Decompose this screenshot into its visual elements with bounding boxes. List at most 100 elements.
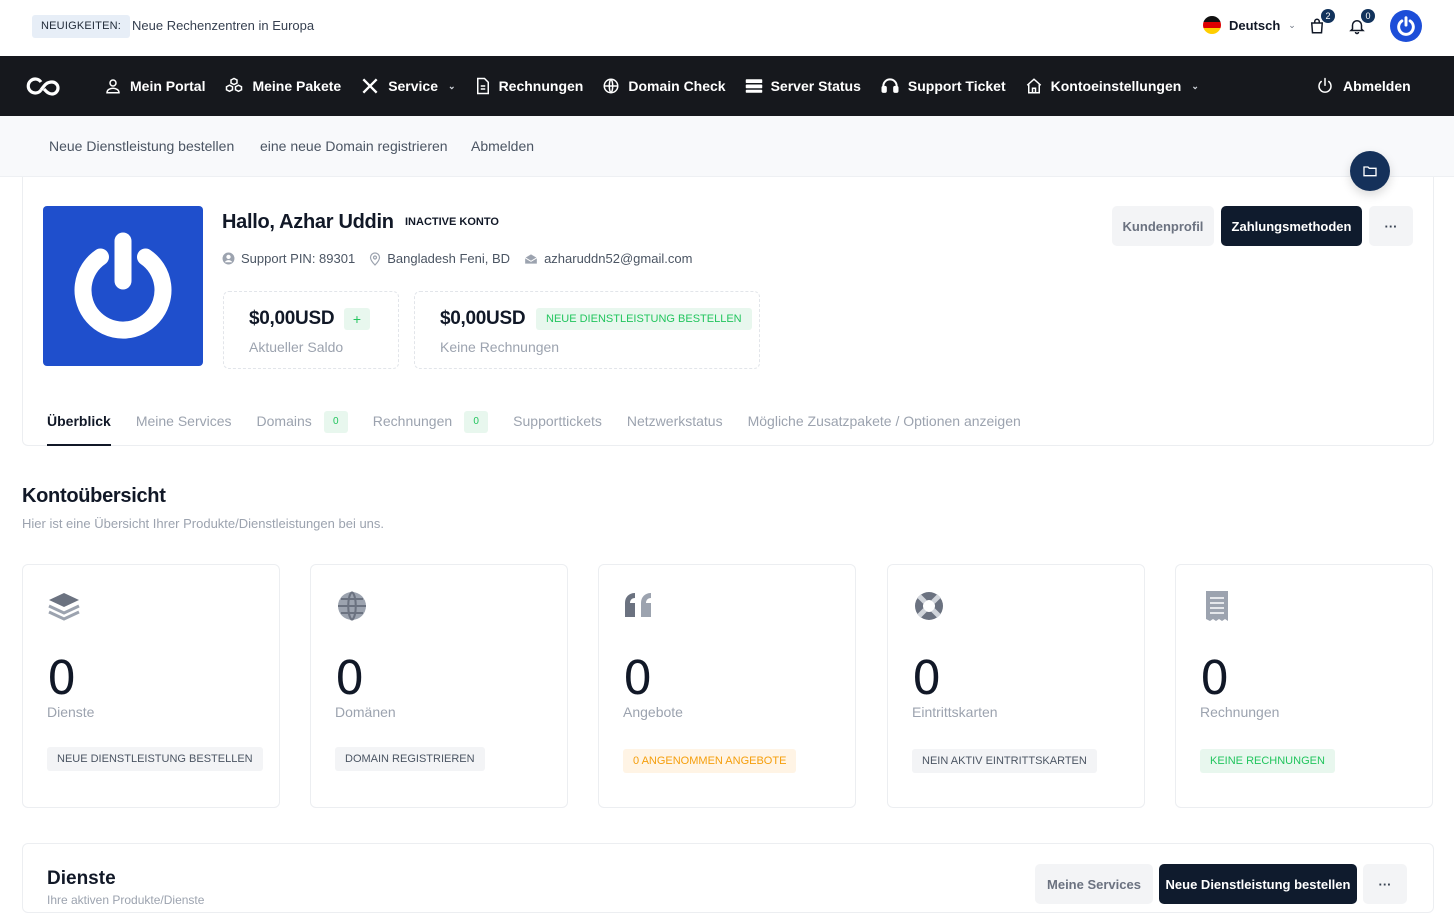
profile-meta: Support PIN: 89301 Bangladesh Feni, BD a… <box>222 251 692 266</box>
services-stat-card[interactable]: 0 Dienste NEUE DIENSTLEISTUNG BESTELLEN <box>22 564 280 808</box>
order-service-badge[interactable]: NEUE DIENSTLEISTUNG BESTELLEN <box>536 308 752 330</box>
greeting-title: Hallo, Azhar Uddin <box>222 211 394 233</box>
nav-rechnungen[interactable]: Rechnungen <box>475 77 583 95</box>
chevron-down-icon: ⌄ <box>448 80 456 91</box>
invoices-stat-card[interactable]: 0 Rechnungen KEINE RECHNUNGEN <box>1175 564 1433 808</box>
tab-support-tickets[interactable]: Supporttickets <box>513 413 602 445</box>
user-avatar-button[interactable] <box>1390 10 1422 42</box>
cart-button[interactable]: 2 <box>1305 9 1335 38</box>
chevron-down-icon: ⌄ <box>1288 19 1296 30</box>
services-count: 0 <box>47 651 77 705</box>
invoices-count: 0 <box>464 411 489 433</box>
globe-icon <box>603 78 619 94</box>
receipt-icon <box>1206 591 1228 621</box>
invoices-box: $0,00USD NEUE DIENSTLEISTUNG BESTELLEN K… <box>414 291 760 369</box>
balance-box: $0,00USD + Aktueller Saldo <box>223 291 399 369</box>
tab-overview[interactable]: Überblick <box>47 413 111 446</box>
folder-fab-button[interactable] <box>1350 151 1390 191</box>
support-pin: Support PIN: 89301 <box>222 251 355 266</box>
tickets-stat-card[interactable]: 0 Eintrittskarten NEIN AKTIV EINTRITTSKA… <box>887 564 1145 808</box>
email: azharuddn52@gmail.com <box>524 251 692 266</box>
power-logo-icon <box>1397 16 1415 36</box>
nav-support-ticket[interactable]: Support Ticket <box>880 76 1006 96</box>
nav-mein-portal[interactable]: Mein Portal <box>104 77 205 95</box>
domains-stat-card[interactable]: 0 Domänen DOMAIN REGISTRIEREN <box>310 564 568 808</box>
layers-icon <box>48 593 80 621</box>
news-badge: NEUIGKEITEN: <box>32 15 131 38</box>
invoices-amount: $0,00USD <box>440 308 526 329</box>
tab-addons[interactable]: Mögliche Zusatzpakete / Optionen anzeige… <box>748 413 1021 445</box>
location: Bangladesh Feni, BD <box>369 251 510 266</box>
nav-service[interactable]: Service ⌄ <box>360 76 456 96</box>
notifications-button[interactable]: 0 <box>1345 9 1375 38</box>
nav-server-status[interactable]: Server Status <box>745 78 861 94</box>
document-icon <box>476 77 489 95</box>
notifications-count: 0 <box>1361 9 1375 23</box>
home-icon <box>1026 78 1041 94</box>
nav-kontoeinstellungen[interactable]: Kontoeinstellungen ⌄ <box>1025 77 1199 95</box>
register-domain-badge[interactable]: DOMAIN REGISTRIEREN <box>335 747 485 771</box>
logout-button[interactable]: Abmelden <box>1316 56 1411 116</box>
domains-count-value: 0 <box>335 651 365 705</box>
link-register-domain[interactable]: eine neue Domain registrieren <box>260 138 448 154</box>
services-title: Dienste <box>47 868 116 889</box>
map-pin-icon <box>370 251 381 266</box>
language-label: Deutsch <box>1229 17 1281 33</box>
news-link[interactable]: Neue Rechenzentren in Europa <box>132 18 314 33</box>
cart-count: 2 <box>1321 9 1335 23</box>
tab-invoices[interactable]: Rechnungen 0 <box>373 411 489 445</box>
main-navbar: Mein Portal Meine Pakete Service ⌄ Rechn… <box>0 56 1454 116</box>
quotes-count: 0 <box>623 651 653 705</box>
accepted-quotes-badge[interactable]: 0 ANGENOMMEN ANGEBOTE <box>623 749 797 773</box>
overview-subtitle: Hier ist eine Übersicht Ihrer Produkte/D… <box>22 516 385 531</box>
my-services-button[interactable]: Meine Services <box>1035 864 1153 904</box>
services-subtitle: Ihre aktiven Produkte/Dienste <box>47 893 205 907</box>
tab-my-services[interactable]: Meine Services <box>136 413 232 445</box>
more-options-button[interactable]: ··· <box>1369 206 1413 246</box>
user-icon <box>106 79 120 94</box>
chevron-down-icon: ⌄ <box>1191 80 1199 91</box>
globe-icon <box>338 591 366 621</box>
language-selector[interactable]: Deutsch ⌄ <box>1203 16 1296 34</box>
quotes-label: Angebote <box>623 704 683 720</box>
tab-network-status[interactable]: Netzwerkstatus <box>627 413 723 445</box>
server-icon <box>745 79 762 93</box>
power-logo-icon <box>74 232 172 339</box>
german-flag-icon <box>1203 16 1221 34</box>
order-service-button[interactable]: Neue Dienstleistung bestellen <box>1159 864 1357 904</box>
payment-methods-button[interactable]: Zahlungsmethoden <box>1221 206 1362 246</box>
power-icon <box>1318 77 1332 93</box>
quote-icon <box>625 593 651 617</box>
quotes-stat-card[interactable]: 0 Angebote 0 ANGENOMMEN ANGEBOTE <box>598 564 856 808</box>
domains-label: Domänen <box>335 704 396 720</box>
services-label: Dienste <box>47 704 95 720</box>
balance-amount: $0,00USD <box>249 308 335 329</box>
invoices-count-value: 0 <box>1200 651 1230 705</box>
tickets-label: Eintrittskarten <box>912 704 998 720</box>
user-circle-icon <box>222 252 235 265</box>
profile-avatar <box>43 206 203 366</box>
link-new-service[interactable]: Neue Dienstleistung bestellen <box>49 138 234 154</box>
overview-title: Kontoübersicht <box>22 485 166 507</box>
tab-domains[interactable]: Domains 0 <box>257 411 348 445</box>
tickets-count: 0 <box>912 651 942 705</box>
domains-count: 0 <box>323 411 348 433</box>
lifebuoy-icon <box>915 592 943 620</box>
nav-meine-pakete[interactable]: Meine Pakete <box>224 77 341 95</box>
nav-domain-check[interactable]: Domain Check <box>602 77 726 95</box>
profile-tabs: Überblick Meine Services Domains 0 Rechnu… <box>47 411 1046 446</box>
tools-icon <box>362 78 378 94</box>
no-invoices-badge[interactable]: KEINE RECHNUNGEN <box>1200 749 1335 773</box>
headset-icon <box>881 78 899 93</box>
boxes-icon <box>226 77 243 93</box>
active-tickets-badge[interactable]: NEIN AKTIV EINTRITTSKARTEN <box>912 749 1097 773</box>
services-more-button[interactable]: ··· <box>1363 864 1407 904</box>
new-service-badge[interactable]: NEUE DIENSTLEISTUNG BESTELLEN <box>47 747 263 771</box>
add-funds-button[interactable]: + <box>344 308 370 330</box>
invoices-label: Keine Rechnungen <box>440 339 560 355</box>
link-logout[interactable]: Abmelden <box>471 138 534 154</box>
account-status-badge: INACTIVE KONTO <box>405 216 499 228</box>
customer-profile-button[interactable]: Kundenprofil <box>1112 206 1214 246</box>
brand-logo[interactable] <box>24 74 62 103</box>
infinity-logo-icon <box>26 77 60 96</box>
